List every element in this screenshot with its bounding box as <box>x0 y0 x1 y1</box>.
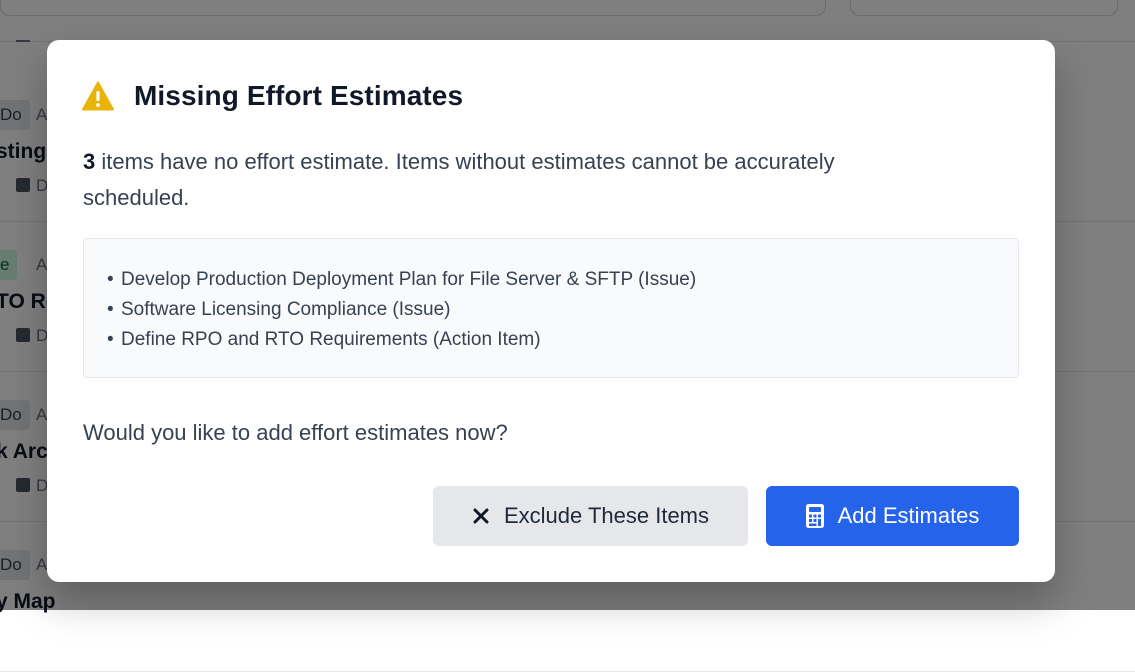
dialog-header: Missing Effort Estimates <box>82 80 463 112</box>
missing-count: 3 <box>83 149 96 174</box>
add-estimates-button[interactable]: Add Estimates <box>766 486 1019 546</box>
calculator-icon <box>805 504 824 528</box>
exclude-button-label: Exclude These Items <box>503 503 710 528</box>
bullet: • <box>107 299 114 320</box>
missing-items-list: • Develop Production Deployment Plan for … <box>107 265 1018 355</box>
add-button-label: Add Estimates <box>837 503 980 528</box>
close-icon <box>472 507 490 525</box>
bullet: • <box>107 269 114 290</box>
warning-triangle-icon <box>82 81 114 111</box>
dialog-question: Would you like to add effort estimates n… <box>83 420 508 445</box>
exclude-items-button[interactable]: Exclude These Items <box>433 486 748 546</box>
list-item: • Define RPO and RTO Requirements (Action… <box>107 325 1018 355</box>
description-text: items have no effort estimate. Items wit… <box>83 149 835 210</box>
list-item: • Develop Production Deployment Plan for … <box>107 265 1018 295</box>
dialog-description: 3 items have no effort estimate. Items w… <box>83 144 943 216</box>
missing-items-box: • Develop Production Deployment Plan for … <box>83 238 1019 378</box>
dialog-title: Missing Effort Estimates <box>134 80 464 111</box>
list-item: • Software Licensing Compliance (Issue) <box>107 295 1018 325</box>
missing-estimates-dialog: Missing Effort Estimates 3 items have no… <box>47 40 1055 582</box>
bullet: • <box>107 329 114 350</box>
